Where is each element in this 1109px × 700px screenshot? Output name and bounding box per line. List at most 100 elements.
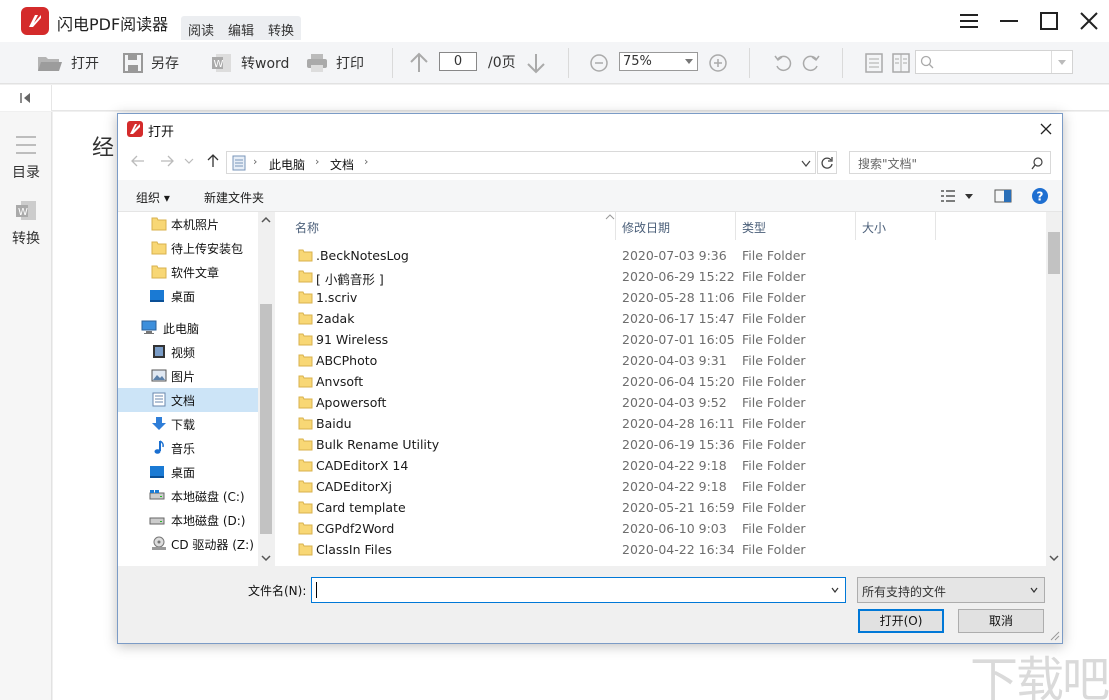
up-button[interactable] [205, 153, 223, 171]
next-page-button[interactable] [526, 51, 546, 75]
table-row[interactable]: 91 Wireless 2020-07-01 16:05 File Folder [275, 329, 1045, 350]
column-divider[interactable] [935, 212, 936, 240]
cancel-button[interactable]: 取消 [958, 609, 1044, 633]
sidebar-item-toc[interactable]: 目录 [0, 134, 52, 182]
nav-item-documents[interactable]: 文档 [118, 388, 258, 412]
nav-item-desktop-2[interactable]: 桌面 [118, 460, 258, 484]
scrollbar-thumb[interactable] [260, 304, 272, 534]
column-divider[interactable] [855, 212, 856, 240]
filename-input[interactable] [311, 577, 846, 603]
tab-edit[interactable]: 编辑 [221, 16, 261, 40]
table-row[interactable]: CADEditorX 14 2020-04-22 9:18 File Folder [275, 455, 1045, 476]
zoom-out-button[interactable] [589, 51, 609, 75]
column-header-date[interactable]: 修改日期 [622, 219, 670, 236]
address-bar[interactable]: › 此电脑 › 文档 › [226, 151, 816, 174]
file-name: 1.scriv [316, 290, 358, 305]
printer-icon [307, 54, 327, 72]
table-row[interactable]: Card template 2020-05-21 16:59 File Folder [275, 497, 1045, 518]
file-name: CGPdf2Word [316, 521, 395, 536]
collapse-sidebar-button[interactable] [0, 85, 52, 111]
maximize-button[interactable] [1029, 0, 1069, 42]
close-button[interactable] [1069, 0, 1109, 42]
recent-dropdown[interactable] [184, 153, 202, 171]
help-icon[interactable]: ? [1031, 187, 1049, 205]
breadcrumb-documents[interactable]: 文档 [330, 156, 354, 173]
column-header-type[interactable]: 类型 [742, 219, 766, 236]
tab-read[interactable]: 阅读 [181, 16, 221, 40]
table-row[interactable]: 1.scriv 2020-05-28 11:06 File Folder [275, 287, 1045, 308]
file-date: 2020-05-21 16:59 [622, 500, 735, 515]
table-row[interactable]: .BeckNotesLog 2020-07-03 9:36 File Folder [275, 245, 1045, 266]
tab-convert[interactable]: 转换 [261, 16, 301, 40]
table-row[interactable]: [ 小鹤音形 ] 2020-06-29 15:22 File Folder [275, 266, 1045, 287]
zoom-select[interactable]: 75% [619, 52, 698, 71]
open-file-button[interactable]: 打开(O) [858, 609, 944, 633]
double-page-button[interactable] [892, 51, 910, 75]
single-page-button[interactable] [865, 51, 883, 75]
rotate-right-button[interactable] [801, 51, 821, 75]
file-list-scrollbar[interactable] [1046, 212, 1062, 566]
table-row[interactable]: CGPdf2Word 2020-06-10 9:03 File Folder [275, 518, 1045, 539]
scrollbar-thumb[interactable] [1048, 232, 1060, 274]
file-date: 2020-06-10 9:03 [622, 521, 727, 536]
nav-item-cd-drive[interactable]: CD 驱动器 (Z:) [118, 532, 258, 556]
breadcrumb-this-pc[interactable]: 此电脑 [269, 156, 305, 173]
view-options-icon[interactable] [940, 189, 956, 203]
sort-ascending-icon [605, 214, 615, 220]
table-row[interactable]: ABCPhoto 2020-04-03 9:31 File Folder [275, 350, 1045, 371]
table-row[interactable]: 2adak 2020-06-17 15:47 File Folder [275, 308, 1045, 329]
print-button[interactable]: 打印 [306, 51, 364, 75]
table-row[interactable]: Baidu 2020-04-28 16:11 File Folder [275, 413, 1045, 434]
nav-item-pending-uploads[interactable]: 待上传安装包 [118, 236, 258, 260]
chevron-down-icon[interactable] [964, 193, 974, 201]
file-type: File Folder [742, 269, 806, 284]
file-type-select[interactable]: 所有支持的文件 [857, 577, 1045, 603]
nav-item-local-photos[interactable]: 本机照片 [118, 212, 258, 236]
nav-item-pictures[interactable]: 图片 [118, 364, 258, 388]
sidebar-item-convert[interactable]: W 转换 [0, 200, 52, 248]
nav-item-downloads[interactable]: 下载 [118, 412, 258, 436]
page-number-input[interactable]: 0 [439, 52, 477, 71]
folder-icon [298, 543, 313, 556]
rotate-left-button[interactable] [773, 51, 793, 75]
navigation-scrollbar[interactable] [258, 212, 274, 566]
chevron-down-icon[interactable] [831, 587, 839, 593]
menu-button[interactable] [949, 0, 989, 42]
zoom-in-button[interactable] [708, 51, 728, 75]
watermark: 下载吧 [970, 652, 1109, 700]
nav-item-software-articles[interactable]: 软件文章 [118, 260, 258, 284]
table-row[interactable]: CADEditorXj 2020-04-22 9:18 File Folder [275, 476, 1045, 497]
dialog-search-input[interactable]: 搜索"文档" [849, 151, 1051, 174]
open-button[interactable]: 打开 [37, 51, 99, 75]
nav-item-videos[interactable]: 视频 [118, 340, 258, 364]
chevron-down-icon[interactable] [801, 160, 811, 168]
column-header-name[interactable]: 名称 [295, 219, 319, 236]
back-button[interactable] [130, 153, 148, 171]
chevron-down-icon[interactable] [1057, 59, 1067, 67]
save-as-button[interactable]: 另存 [123, 51, 179, 75]
chevron-down-icon [184, 158, 194, 164]
table-row[interactable]: Apowersoft 2020-04-03 9:52 File Folder [275, 392, 1045, 413]
prev-page-button[interactable] [409, 51, 429, 75]
refresh-button[interactable] [817, 151, 837, 174]
nav-item-desktop[interactable]: 桌面 [118, 284, 258, 308]
dialog-close-button[interactable] [1036, 119, 1056, 139]
column-divider[interactable] [735, 212, 736, 240]
table-row[interactable]: ClassIn Files 2020-04-22 16:34 File Folder [275, 539, 1045, 560]
to-word-button[interactable]: W 转word [211, 51, 289, 75]
minimize-button[interactable] [989, 0, 1029, 42]
nav-item-this-pc[interactable]: 此电脑 [118, 316, 258, 340]
nav-item-music[interactable]: 音乐 [118, 436, 258, 460]
nav-item-drive-d[interactable]: 本地磁盘 (D:) [118, 508, 258, 532]
nav-item-drive-c[interactable]: 本地磁盘 (C:) [118, 484, 258, 508]
file-name: Bulk Rename Utility [316, 437, 440, 452]
column-divider[interactable] [615, 212, 616, 240]
table-row[interactable]: Bulk Rename Utility 2020-06-19 15:36 File … [275, 434, 1045, 455]
organize-button[interactable]: 组织 ▾ [136, 189, 170, 206]
column-header-size[interactable]: 大小 [862, 219, 886, 236]
table-row[interactable]: Anvsoft 2020-06-04 15:20 File Folder [275, 371, 1045, 392]
new-folder-button[interactable]: 新建文件夹 [204, 189, 264, 206]
preview-pane-icon[interactable] [994, 189, 1012, 203]
main-search-input[interactable] [915, 50, 1073, 74]
forward-button[interactable] [159, 153, 177, 171]
